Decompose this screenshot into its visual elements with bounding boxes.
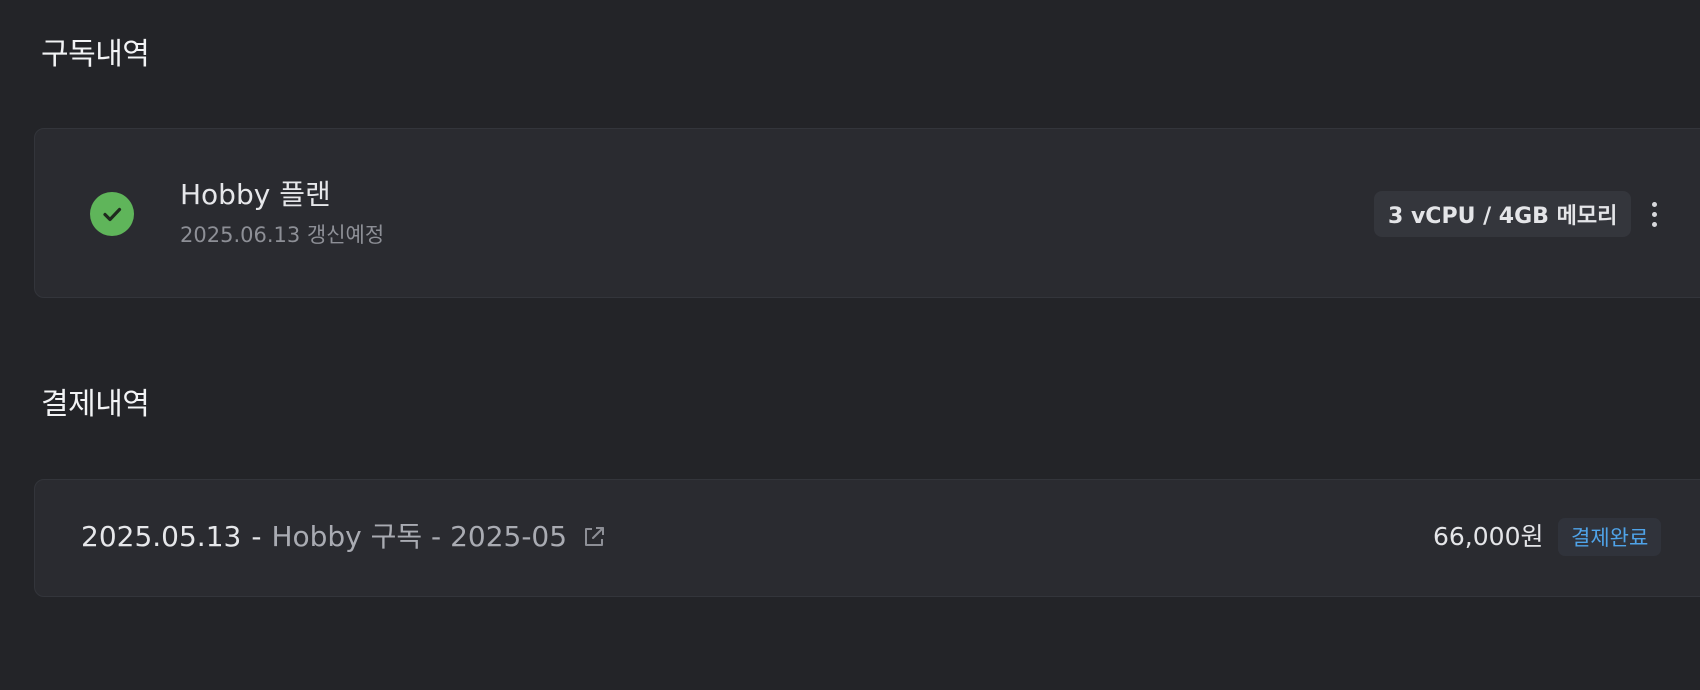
payment-date: 2025.05.13 xyxy=(81,520,242,553)
plan-renewal-date: 2025.06.13 갱신예정 xyxy=(180,223,385,247)
external-link-icon[interactable] xyxy=(581,524,607,550)
subscription-section-title: 구독내역 xyxy=(41,37,150,72)
payment-row: 2025.05.13 - Hobby 구독 - 2025-05 66,000원 … xyxy=(34,479,1700,597)
kebab-dot xyxy=(1651,201,1657,207)
subscription-card: Hobby 플랜 2025.06.13 갱신예정 3 vCPU / 4GB 메모… xyxy=(34,128,1700,298)
payment-section-title: 결제내역 xyxy=(41,387,150,422)
payment-description: Hobby 구독 - 2025-05 xyxy=(271,520,568,553)
kebab-dot xyxy=(1651,221,1657,227)
plan-spec-badge: 3 vCPU / 4GB 메모리 xyxy=(1374,191,1632,237)
kebab-menu-icon[interactable] xyxy=(1643,197,1665,231)
billing-page: 구독내역 Hobby 플랜 2025.06.13 갱신예정 3 vCPU / 4… xyxy=(0,0,1700,690)
payment-status-badge: 결제완료 xyxy=(1558,518,1662,556)
payment-separator: - xyxy=(251,520,262,553)
plan-name: Hobby 플랜 xyxy=(180,178,331,211)
payment-amount: 66,000원 xyxy=(1433,522,1544,551)
kebab-dot xyxy=(1651,211,1657,217)
check-icon xyxy=(90,192,134,236)
payment-summary: 2025.05.13 - Hobby 구독 - 2025-05 xyxy=(81,519,607,555)
